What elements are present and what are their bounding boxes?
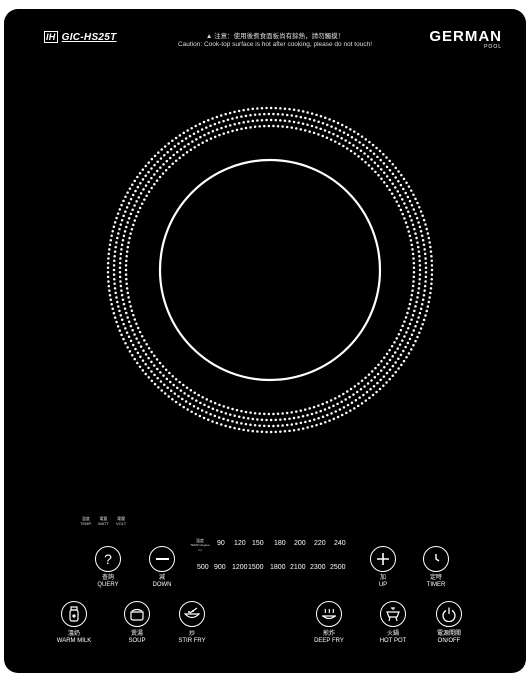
indicator-volt: 電壓 VOLT (116, 516, 127, 526)
fryer-icon (322, 608, 336, 620)
watt-value: 900 (214, 564, 226, 571)
query-label: 查詢 QUERY (97, 575, 119, 588)
power-button[interactable] (436, 601, 462, 627)
temp-row-label: 溫度 TEMP (degree C) (190, 538, 210, 552)
hot-pot-button[interactable] (380, 601, 406, 627)
deep-fry-button[interactable] (316, 601, 342, 627)
wok-icon (184, 607, 200, 619)
minus-icon (155, 558, 169, 560)
watt-value: 500 (197, 564, 209, 571)
temp-value: 180 (274, 540, 286, 547)
temp-value: 240 (334, 540, 346, 547)
caution-en: Caution: Cook-top surface is hot after c… (177, 41, 373, 48)
query-button[interactable]: ? (95, 546, 121, 572)
watt-value: 1200 (232, 564, 248, 571)
power-label: 電源開關 ON/OFF (436, 631, 461, 644)
inner-zone-ring (158, 158, 382, 382)
model-number: GIC-HS25T (61, 32, 117, 43)
watt-value: 2500 (330, 564, 346, 571)
temp-value: 200 (294, 540, 306, 547)
temp-value: 120 (234, 540, 246, 547)
watt-value: 2300 (310, 564, 326, 571)
brand-main: GERMAN (429, 28, 502, 45)
stir-fry-label: 炒 STIR FRY (178, 631, 206, 644)
watt-value: 2100 (290, 564, 306, 571)
question-icon: ? (104, 551, 112, 567)
hotpot-icon (386, 607, 400, 622)
timer-button[interactable] (423, 546, 449, 572)
watt-value: 1800 (270, 564, 286, 571)
power-icon (442, 607, 456, 622)
up-label: 加 UP (378, 575, 388, 588)
soup-button[interactable] (124, 601, 150, 627)
bottle-icon (69, 606, 79, 622)
warm-milk-label: 溫奶 WARM MILK (56, 631, 92, 644)
temp-value: 150 (252, 540, 264, 547)
down-label: 減 DOWN (152, 575, 172, 588)
indicator-watt: 電量 WATT (98, 516, 109, 526)
caution-notice: ▲ 注意：使用後煮食面板尚有餘熱，請勿觸摸！ Caution: Cook-top… (150, 33, 400, 49)
heating-ring-dots (106, 106, 434, 434)
up-button[interactable] (370, 546, 396, 572)
temp-value: 90 (217, 540, 225, 547)
hot-pot-label: 火鍋 HOT POT (379, 631, 407, 644)
warm-milk-button[interactable] (61, 601, 87, 627)
timer-label: 定時 TIMER (426, 575, 446, 588)
clock-icon (435, 554, 440, 562)
watt-value: 1500 (248, 564, 264, 571)
soup-label: 煲湯 SOUP (128, 631, 146, 644)
down-button[interactable] (149, 546, 175, 572)
ih-badge: IH (44, 31, 58, 43)
indicator-temp: 溫度 TEMP. (80, 516, 92, 526)
temp-value: 220 (314, 540, 326, 547)
pot-icon (130, 608, 144, 621)
caution-zh: ▲ 注意：使用後煮食面板尚有餘熱，請勿觸摸！ (205, 33, 345, 40)
deep-fry-label: 煎炸 DEEP FRY (314, 631, 344, 644)
stir-fry-button[interactable] (179, 601, 205, 627)
brand-logo: GERMAN POOL (429, 29, 502, 50)
plus-icon (377, 553, 389, 565)
model-label: IH GIC-HS25T (44, 31, 117, 43)
